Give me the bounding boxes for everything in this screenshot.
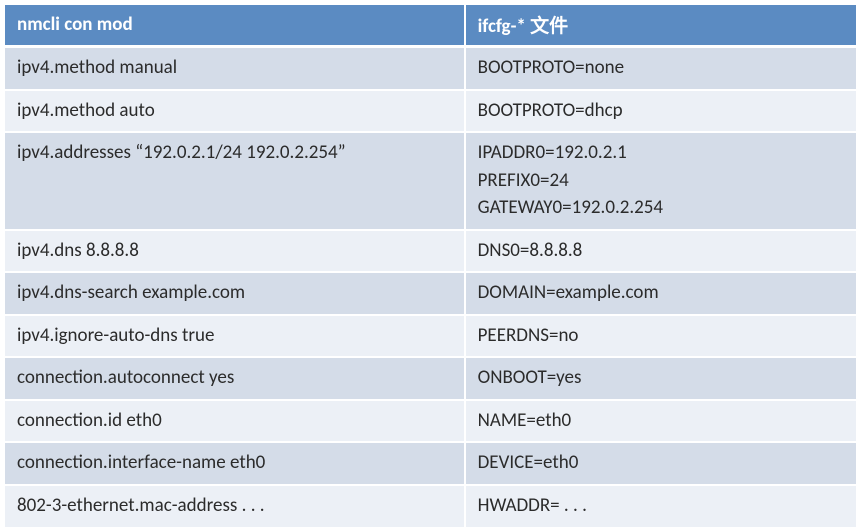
cell-ifcfg: BOOTPROTO=none bbox=[465, 47, 857, 90]
cell-ifcfg: ONBOOT=yes bbox=[465, 357, 857, 400]
header-nmcli: nmcli con mod bbox=[4, 4, 465, 47]
cell-ifcfg: HWADDR= . . . bbox=[465, 485, 857, 528]
table-row: ipv4.dns 8.8.8.8 DNS0=8.8.8.8 bbox=[4, 230, 857, 273]
table-row: connection.interface-name eth0 DEVICE=et… bbox=[4, 442, 857, 485]
table-row: ipv4.method auto BOOTPROTO=dhcp bbox=[4, 90, 857, 133]
cell-ifcfg: IPADDR0=192.0.2.1 PREFIX0=24 GATEWAY0=19… bbox=[465, 132, 857, 230]
cell-nmcli: ipv4.ignore-auto-dns true bbox=[4, 315, 465, 358]
cell-nmcli: ipv4.method auto bbox=[4, 90, 465, 133]
cell-nmcli: 802-3-ethernet.mac-address . . . bbox=[4, 485, 465, 528]
cell-ifcfg: PEERDNS=no bbox=[465, 315, 857, 358]
cell-ifcfg: BOOTPROTO=dhcp bbox=[465, 90, 857, 133]
cell-ifcfg: DOMAIN=example.com bbox=[465, 272, 857, 315]
table-container: nmcli con mod ifcfg-* 文件 ipv4.method man… bbox=[0, 0, 865, 511]
cell-ifcfg: DEVICE=eth0 bbox=[465, 442, 857, 485]
cell-ifcfg: NAME=eth0 bbox=[465, 400, 857, 443]
table-row: ipv4.addresses “192.0.2.1/24 192.0.2.254… bbox=[4, 132, 857, 230]
header-ifcfg: ifcfg-* 文件 bbox=[465, 4, 857, 47]
cell-ifcfg: DNS0=8.8.8.8 bbox=[465, 230, 857, 273]
table-row: 802-3-ethernet.mac-address . . . HWADDR=… bbox=[4, 485, 857, 528]
cell-nmcli: connection.autoconnect yes bbox=[4, 357, 465, 400]
mapping-table: nmcli con mod ifcfg-* 文件 ipv4.method man… bbox=[4, 4, 857, 528]
table-row: ipv4.method manual BOOTPROTO=none bbox=[4, 47, 857, 90]
table-row: connection.autoconnect yes ONBOOT=yes bbox=[4, 357, 857, 400]
cell-nmcli: connection.id eth0 bbox=[4, 400, 465, 443]
cell-nmcli: ipv4.dns-search example.com bbox=[4, 272, 465, 315]
cell-nmcli: ipv4.addresses “192.0.2.1/24 192.0.2.254… bbox=[4, 132, 465, 230]
cell-nmcli: ipv4.dns 8.8.8.8 bbox=[4, 230, 465, 273]
cell-nmcli: connection.interface-name eth0 bbox=[4, 442, 465, 485]
table-row: ipv4.ignore-auto-dns true PEERDNS=no bbox=[4, 315, 857, 358]
cell-nmcli: ipv4.method manual bbox=[4, 47, 465, 90]
table-row: ipv4.dns-search example.com DOMAIN=examp… bbox=[4, 272, 857, 315]
table-header-row: nmcli con mod ifcfg-* 文件 bbox=[4, 4, 857, 47]
table-row: connection.id eth0 NAME=eth0 bbox=[4, 400, 857, 443]
